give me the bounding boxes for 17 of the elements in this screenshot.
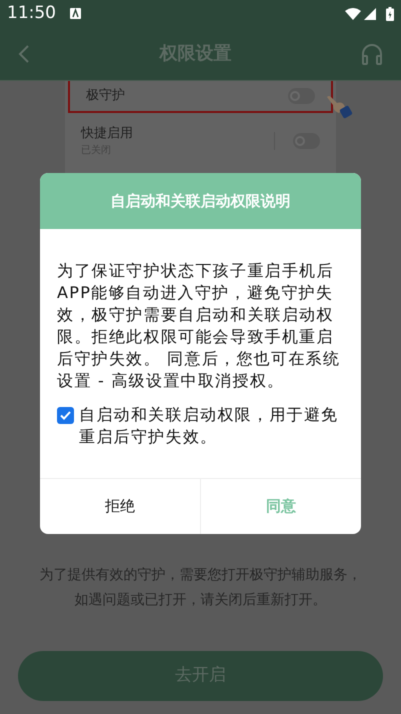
wifi-icon [345, 8, 361, 20]
battery-icon [386, 6, 394, 20]
dialog-body-text: 为了保证守护状态下孩子重启手机后APP能够自动进入守护，避免守护失效，极守护需要自启动和关联启动权限。拒绝此权限可能会导致手机重启后守护失效。 同意后，您也可在系统设置 - 高级设置中取消授权。 [56, 260, 342, 392]
status-time: 11:50 [7, 2, 56, 25]
agree-button[interactable]: 同意 [200, 479, 361, 534]
back-icon[interactable] [18, 44, 30, 64]
row-label: 极守护 [86, 87, 126, 106]
signal-icon [364, 8, 376, 20]
consent-label: 自启动和关联启动权限，用于避免重启后守护失效。 [79, 404, 340, 448]
reject-button[interactable]: 拒绝 [40, 479, 200, 534]
row-label: 快捷启用 [81, 124, 134, 143]
checkmark-icon [60, 411, 71, 420]
keyboard-icon [70, 8, 81, 19]
headphones-icon[interactable] [361, 42, 383, 64]
consent-checkbox[interactable] [57, 407, 74, 424]
pointing-hand-icon [325, 93, 353, 121]
dialog-title: 自启动和关联启动权限说明 [110, 190, 290, 212]
